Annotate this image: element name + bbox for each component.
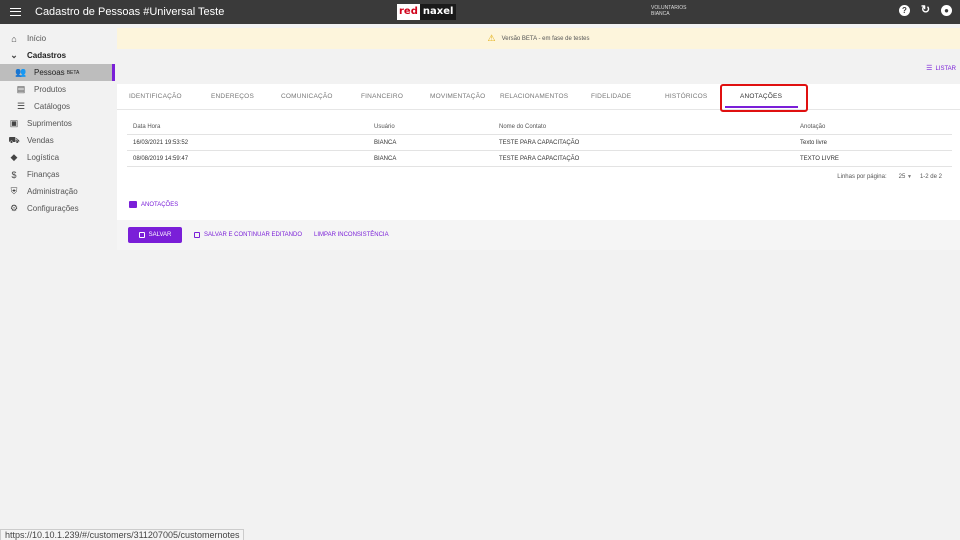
save-icon xyxy=(194,232,200,238)
shield-icon: ⛨ xyxy=(10,186,18,196)
briefcase-icon: ▣ xyxy=(9,118,19,128)
cell-usuario: BIANCA xyxy=(374,140,397,146)
column-header-usuario[interactable]: Usuário xyxy=(374,119,395,135)
help-icon[interactable]: ? xyxy=(899,5,910,16)
column-header-data-hora[interactable]: Data Hora xyxy=(133,119,160,135)
rows-per-page-value: 25 xyxy=(898,174,906,180)
rows-per-page-label: Linhas por página: xyxy=(837,174,887,180)
tab-historicos[interactable]: HISTÓRICOS xyxy=(665,84,707,110)
note-icon xyxy=(129,201,137,208)
tab-fidelidade[interactable]: FIDELIDADE xyxy=(591,84,631,110)
rows-per-page-select[interactable]: 25 ▼ xyxy=(899,174,912,180)
gear-icon: ⚙ xyxy=(9,203,19,213)
account-icon[interactable]: ● xyxy=(941,5,952,16)
caret-down-icon: ▼ xyxy=(907,174,912,180)
user-info: VOLUNTARIOS BIANCA xyxy=(651,5,686,17)
listar-button[interactable]: ☰ LISTAR xyxy=(926,64,956,72)
status-url: https://10.10.1.239/#/customers/31120700… xyxy=(0,529,245,540)
dollar-icon: $ xyxy=(11,169,17,180)
action-bar: SALVAR SALVAR E CONTINUAR EDITANDO LIMPA… xyxy=(117,220,960,250)
user-name: BIANCA xyxy=(651,11,670,17)
notes-table: Data Hora Usuário Nome do Contato Anotaç… xyxy=(127,119,952,167)
sidebar-item-suprimentos[interactable]: ▣ Suprimentos xyxy=(0,115,115,132)
home-icon: ⌂ xyxy=(11,33,17,44)
sidebar-item-label: Finanças xyxy=(27,170,60,179)
people-icon: 👥 xyxy=(15,67,27,77)
save-button[interactable]: SALVAR xyxy=(128,227,182,243)
tab-relacionamentos[interactable]: RELACIONAMENTOS xyxy=(500,84,568,110)
logo-red-text: red xyxy=(397,4,420,20)
cell-anotacao: TEXTO LIVRE xyxy=(800,156,839,162)
sidebar-item-administracao[interactable]: ⛨ Administração xyxy=(0,183,115,200)
list-icon: ☰ xyxy=(16,101,26,111)
brand-logo: red naxel xyxy=(397,4,457,20)
refresh-icon[interactable]: ↻ xyxy=(920,5,931,16)
sidebar-item-label: Vendas xyxy=(27,136,54,145)
logo-naxel-text: naxel xyxy=(419,4,457,20)
sidebar-item-pessoas[interactable]: 👥 Pessoas BETA xyxy=(0,64,115,81)
sidebar-item-label: Logística xyxy=(27,153,60,162)
diamond-icon: ◆ xyxy=(10,152,18,162)
pagination: Linhas por página: 25 ▼ 1-2 de 2 xyxy=(837,174,942,180)
tab-comunicacao[interactable]: COMUNICAÇÃO xyxy=(281,84,333,110)
sidebar-item-label: Pessoas xyxy=(34,68,65,77)
sidebar-item-configuracoes[interactable]: ⚙ Configurações xyxy=(0,200,115,217)
highlight-box xyxy=(720,84,808,112)
tab-movimentacao[interactable]: MOVIMENTAÇÃO xyxy=(430,84,485,110)
clear-inconsistency-label: LIMPAR INCONSISTÊNCIA xyxy=(314,232,389,238)
save-continue-label: SALVAR E CONTINUAR EDITANDO xyxy=(204,232,303,238)
top-icons: ? ↻ ● xyxy=(899,5,952,16)
sidebar-item-label: Configurações xyxy=(27,204,79,213)
cell-data-hora: 16/03/2021 19:53:52 xyxy=(133,140,189,146)
column-header-nome-contato[interactable]: Nome do Contato xyxy=(499,119,546,135)
sidebar-item-financas[interactable]: $ Finanças xyxy=(0,166,115,183)
save-label: SALVAR xyxy=(148,232,172,238)
beta-banner-text: Versão BETA - em fase de testes xyxy=(501,35,590,42)
sidebar-item-label: Cadastros xyxy=(27,51,67,60)
book-icon: ▤ xyxy=(16,84,26,94)
sidebar-item-label: Administração xyxy=(27,187,78,196)
clear-inconsistency-button[interactable]: LIMPAR INCONSISTÊNCIA xyxy=(314,232,389,238)
beta-banner: ⚠ Versão BETA - em fase de testes xyxy=(117,28,960,49)
sidebar-item-logistica[interactable]: ◆ Logística xyxy=(0,149,115,166)
app-title: Cadastro de Pessoas #Universal Teste xyxy=(35,6,225,18)
add-anotacao-link[interactable]: ANOTAÇÕES xyxy=(129,201,178,208)
cell-nome-contato: TESTE PARA CAPACITAÇÃO xyxy=(499,156,580,162)
menu-icon[interactable] xyxy=(0,0,30,24)
sidebar-item-catalogos[interactable]: ☰ Catálogos xyxy=(0,98,115,115)
sidebar-item-label: Produtos xyxy=(34,85,67,94)
sidebar-item-label: Catálogos xyxy=(34,102,71,111)
beta-badge: BETA xyxy=(66,69,80,76)
cell-nome-contato: TESTE PARA CAPACITAÇÃO xyxy=(499,140,580,146)
cell-usuario: BIANCA xyxy=(374,156,397,162)
table-row[interactable]: 08/08/2019 14:59:47 BIANCA TESTE PARA CA… xyxy=(127,151,952,167)
pagination-range: 1-2 de 2 xyxy=(919,174,942,180)
sidebar-item-cadastros[interactable]: ⌄ Cadastros xyxy=(0,47,115,64)
sidebar-item-label: Início xyxy=(27,34,47,43)
save-continue-button[interactable]: SALVAR E CONTINUAR EDITANDO xyxy=(194,232,302,238)
tab-bar: IDENTIFICAÇÃO ENDEREÇOS COMUNICAÇÃO FINA… xyxy=(117,84,960,112)
sidebar: ⌂ Início ⌄ Cadastros 👥 Pessoas BETA ▤ Pr… xyxy=(0,24,115,530)
top-bar: Cadastro de Pessoas #Universal Teste red… xyxy=(0,0,960,24)
cart-icon: ⛟ xyxy=(8,134,20,145)
add-anotacao-label: ANOTAÇÕES xyxy=(141,201,179,208)
sidebar-item-vendas[interactable]: ⛟ Vendas xyxy=(0,132,115,149)
table-header-row: Data Hora Usuário Nome do Contato Anotaç… xyxy=(127,119,952,135)
sidebar-item-label: Suprimentos xyxy=(27,119,72,128)
chevron-down-icon: ⌄ xyxy=(10,50,18,60)
cell-anotacao: Texto livre xyxy=(800,140,828,146)
listar-label: LISTAR xyxy=(935,66,956,72)
column-header-anotacao[interactable]: Anotação xyxy=(800,119,825,135)
tab-financeiro[interactable]: FINANCEIRO xyxy=(361,84,403,110)
tab-identificacao[interactable]: IDENTIFICAÇÃO xyxy=(129,84,182,110)
warning-icon: ⚠ xyxy=(487,33,496,43)
tab-enderecos[interactable]: ENDEREÇOS xyxy=(211,84,254,110)
cell-data-hora: 08/08/2019 14:59:47 xyxy=(133,156,189,162)
sidebar-item-inicio[interactable]: ⌂ Início xyxy=(0,30,115,47)
save-icon xyxy=(138,232,145,238)
sidebar-item-produtos[interactable]: ▤ Produtos xyxy=(0,81,115,98)
list-icon: ☰ xyxy=(926,65,933,72)
table-row[interactable]: 16/03/2021 19:53:52 BIANCA TESTE PARA CA… xyxy=(127,135,952,151)
